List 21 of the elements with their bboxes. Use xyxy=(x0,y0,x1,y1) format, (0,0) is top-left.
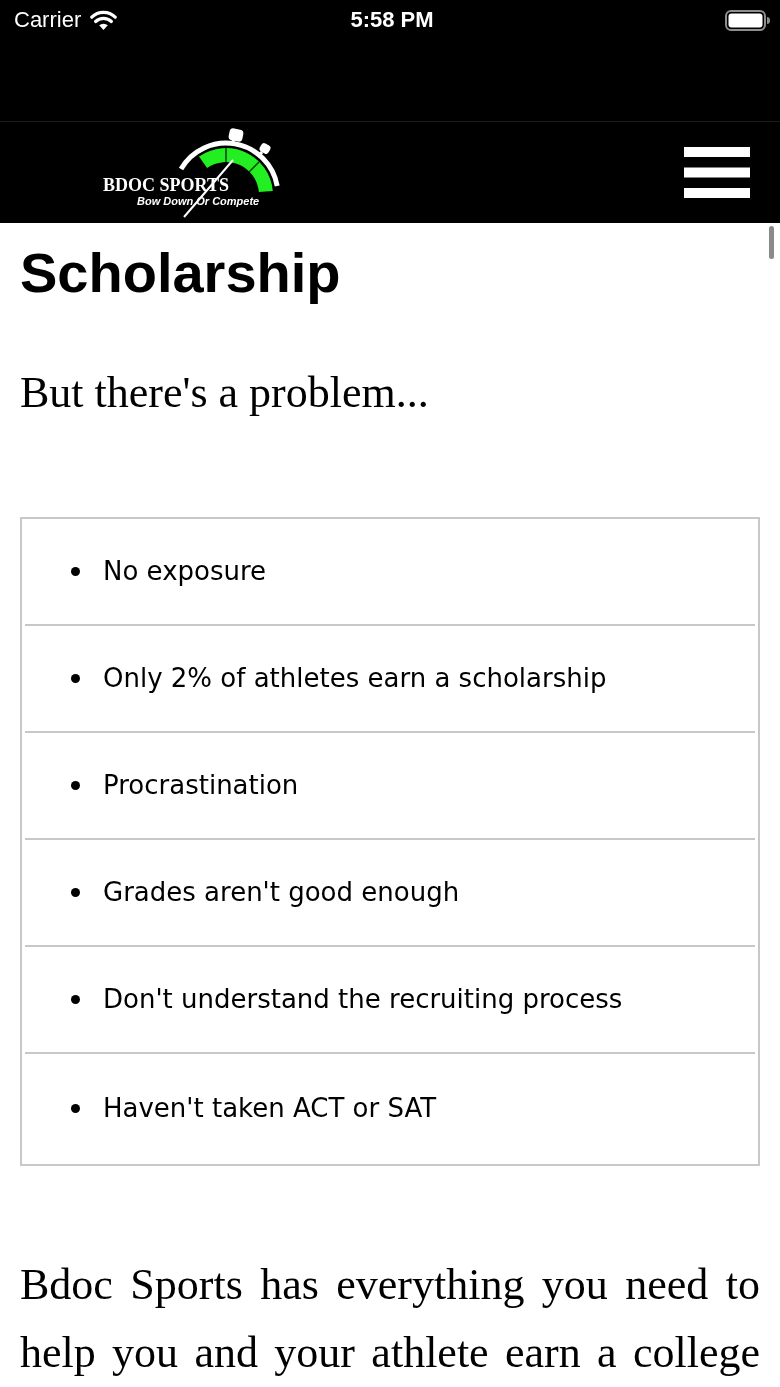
wifi-icon xyxy=(90,10,118,30)
battery-icon xyxy=(725,9,770,31)
bullet-icon xyxy=(71,995,80,1004)
bullet-icon xyxy=(71,781,80,790)
carrier-name: Carrier xyxy=(14,9,82,31)
problem-text: Grades aren't good enough xyxy=(103,876,460,909)
bullet-icon xyxy=(71,567,80,576)
problem-text: Haven't taken ACT or SAT xyxy=(103,1093,437,1125)
status-time: 5:58 PM xyxy=(350,9,434,31)
problem-text: Procrastination xyxy=(103,769,299,802)
scroll-indicator xyxy=(769,226,774,259)
menu-icon[interactable] xyxy=(684,147,750,198)
bullet-icon xyxy=(71,1104,80,1114)
page-title: Scholarship xyxy=(20,240,342,306)
problem-text: Don't understand the recruiting process xyxy=(103,983,623,1016)
section-heading: But there's a problem... xyxy=(20,367,430,420)
bullet-icon xyxy=(71,674,80,683)
body-paragraph: Bdoc Sports has everything you need to help you and your athlete earn a college xyxy=(20,1259,760,1379)
problem-text: No exposure xyxy=(103,555,267,588)
problem-text: Only 2% of athletes earn a scholarship xyxy=(103,662,607,695)
bullet-icon xyxy=(71,888,80,897)
